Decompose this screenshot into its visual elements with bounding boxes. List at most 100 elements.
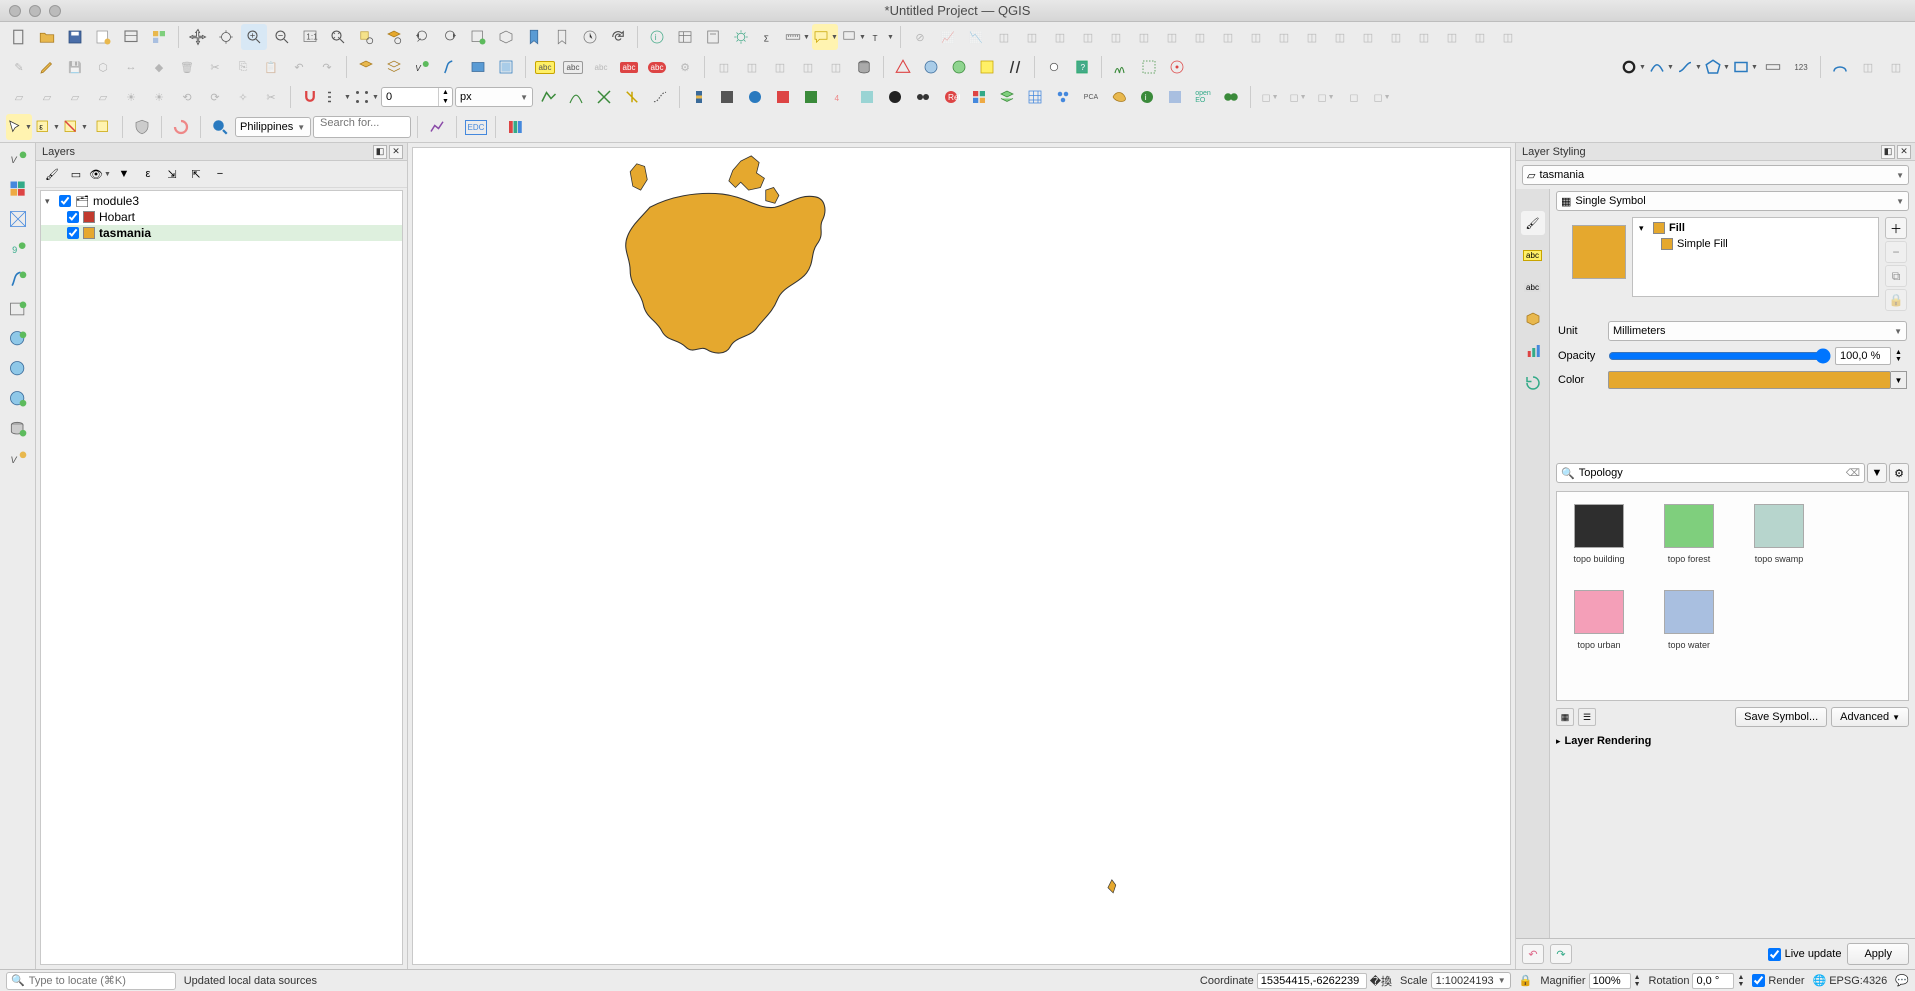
label-tool-abc-icon[interactable]: abc	[532, 54, 558, 80]
add-wcs-layer-icon[interactable]	[6, 357, 30, 381]
layer-row-hobart[interactable]: Hobart	[41, 209, 402, 225]
layers-manage-visibility-icon[interactable]: 👁▼	[90, 164, 110, 184]
nominatim-search-input[interactable]	[313, 116, 411, 138]
temporal-controller-icon[interactable]	[577, 24, 603, 50]
render-checkbox[interactable]	[1752, 974, 1765, 987]
snapping-tolerance-value[interactable]	[382, 91, 438, 103]
plugin-15-icon[interactable]	[1106, 84, 1132, 110]
label-tool-abc2-icon[interactable]: abc	[560, 54, 586, 80]
avoid-intersections-icon[interactable]	[591, 84, 617, 110]
add-postgis-layer-icon[interactable]	[6, 417, 30, 441]
grass-region-icon[interactable]	[1136, 54, 1162, 80]
nominatim-search-field[interactable]	[320, 117, 404, 129]
plugin-blue-icon[interactable]	[1827, 54, 1853, 80]
zoom-full-icon[interactable]	[325, 24, 351, 50]
layer-styling-float-icon[interactable]: ◧	[1881, 145, 1895, 159]
coordinate-input[interactable]	[1257, 973, 1367, 989]
new-shapefile-layer-icon[interactable]	[437, 54, 463, 80]
plugin-13-icon[interactable]	[1050, 84, 1076, 110]
text-annotation-icon[interactable]: T▼	[868, 24, 894, 50]
snapping-icon[interactable]	[297, 84, 323, 110]
new-project-icon[interactable]	[6, 24, 32, 50]
sym-tree-collapse-icon[interactable]: ▾	[1639, 223, 1649, 234]
topo-editing-icon[interactable]	[535, 84, 561, 110]
zoom-next-icon[interactable]	[437, 24, 463, 50]
swatch-topo-swamp[interactable]: topo swamp	[1749, 504, 1809, 564]
layer-hobart-checkbox[interactable]	[67, 211, 79, 223]
plugin-11-icon[interactable]	[994, 84, 1020, 110]
layers-panel-close-icon[interactable]: ✕	[389, 145, 403, 159]
plugin-10-icon[interactable]	[966, 84, 992, 110]
locator-field[interactable]	[29, 975, 171, 987]
shape-123-icon[interactable]: 123	[1788, 54, 1814, 80]
styling-layer-select[interactable]: ▱ tasmania ▼	[1522, 165, 1909, 185]
zoom-in-icon[interactable]	[241, 24, 267, 50]
help-icon[interactable]: ?	[1069, 54, 1095, 80]
mesh-digitize-icon[interactable]	[353, 54, 379, 80]
diagram-tool-icon[interactable]: abc	[644, 54, 670, 80]
layers-tree[interactable]: ▾ 🗂 module3 Hobart tasmania	[40, 190, 403, 965]
plugin-swirl-icon[interactable]	[168, 114, 194, 140]
shape-rectangle-icon[interactable]: ▼	[1732, 54, 1758, 80]
style-manager-icon[interactable]	[146, 24, 172, 50]
opacity-up-icon[interactable]: ▲	[1895, 349, 1907, 356]
layer-row-tasmania[interactable]: tasmania	[41, 225, 402, 241]
symbol-tree-fill-row[interactable]: ▾ Fill	[1635, 220, 1876, 236]
target-icon[interactable]	[1164, 54, 1190, 80]
map-tips-icon[interactable]: ▼	[812, 24, 838, 50]
crs-button[interactable]: 🌐 EPSG:4326	[1813, 974, 1888, 987]
field-calculator-icon[interactable]	[700, 24, 726, 50]
georeferencer-icon[interactable]	[918, 54, 944, 80]
layers-add-group-icon[interactable]: ▭	[66, 164, 86, 184]
new-spatialite-layer-icon[interactable]	[465, 54, 491, 80]
map-canvas[interactable]	[412, 147, 1511, 965]
style-search-field[interactable]	[1579, 467, 1842, 479]
layers-expression-filter-icon[interactable]: ε	[138, 164, 158, 184]
add-wms-layer-icon[interactable]	[6, 327, 30, 351]
swatch-topo-water[interactable]: topo water	[1659, 590, 1719, 650]
graph-plugin-icon[interactable]	[424, 114, 450, 140]
rotation-up-icon[interactable]: ▲	[1737, 974, 1744, 981]
plugin-9-icon[interactable]: Ref	[938, 84, 964, 110]
masks-tab-icon[interactable]: abc	[1521, 275, 1545, 299]
show-layout-manager-icon[interactable]	[118, 24, 144, 50]
style-swatch-grid[interactable]: topo building topo forest topo swamp top…	[1556, 491, 1909, 701]
python-console-icon[interactable]	[686, 84, 712, 110]
plugin-14-icon[interactable]: PCA	[1078, 84, 1104, 110]
opacity-down-icon[interactable]: ▼	[1895, 356, 1907, 363]
shape-curve2-icon[interactable]: ▼	[1676, 54, 1702, 80]
db-manager-icon[interactable]	[851, 54, 877, 80]
add-symbol-layer-button[interactable]: ＋	[1885, 217, 1907, 239]
save-symbol-button[interactable]: Save Symbol...	[1735, 707, 1827, 727]
magnifier-input[interactable]	[1589, 973, 1631, 989]
nominatim-icon[interactable]	[207, 114, 233, 140]
lock-symbol-layer-button[interactable]: 🔒	[1885, 289, 1907, 311]
magnifier-up-icon[interactable]: ▲	[1634, 974, 1641, 981]
layer-rendering-toggle[interactable]: ▸ Layer Rendering	[1556, 735, 1909, 747]
style-search-input[interactable]: 🔍 ⌫	[1556, 463, 1865, 483]
plugin-6-icon[interactable]	[854, 84, 880, 110]
annotation-icon[interactable]: ▼	[840, 24, 866, 50]
rotation-down-icon[interactable]: ▼	[1737, 981, 1744, 988]
swatch-topo-forest[interactable]: topo forest	[1659, 504, 1719, 564]
snapping-vertex-icon[interactable]: ▼	[353, 84, 379, 110]
zoom-selection-icon[interactable]	[353, 24, 379, 50]
renderer-type-combo[interactable]: ▦ Single Symbol ▼	[1556, 191, 1909, 211]
new-print-layout-icon[interactable]	[90, 24, 116, 50]
zoom-last-icon[interactable]	[409, 24, 435, 50]
zoom-native-icon[interactable]: 1:1	[297, 24, 323, 50]
snap-intersection-icon[interactable]	[563, 84, 589, 110]
advanced-button[interactable]: Advanced▼	[1831, 707, 1909, 727]
add-vector-layer-icon[interactable]: V	[6, 147, 30, 171]
add-mesh-layer-icon[interactable]	[6, 207, 30, 231]
new-vector-layer2-icon[interactable]: V	[6, 447, 30, 471]
plugin-4-icon[interactable]	[798, 84, 824, 110]
layers-expand-icon[interactable]: ⇲	[162, 164, 182, 184]
add-delimited-text-icon[interactable]: 9	[6, 237, 30, 261]
layers-panel-float-icon[interactable]: ◧	[373, 145, 387, 159]
trace-icon[interactable]	[647, 84, 673, 110]
snapping-tolerance-input[interactable]: ▲▼	[381, 87, 453, 107]
add-spatialite-icon[interactable]	[6, 267, 30, 291]
snapping-options-icon[interactable]: ▼	[325, 84, 351, 110]
layers-style-icon[interactable]: 🖌	[42, 164, 62, 184]
